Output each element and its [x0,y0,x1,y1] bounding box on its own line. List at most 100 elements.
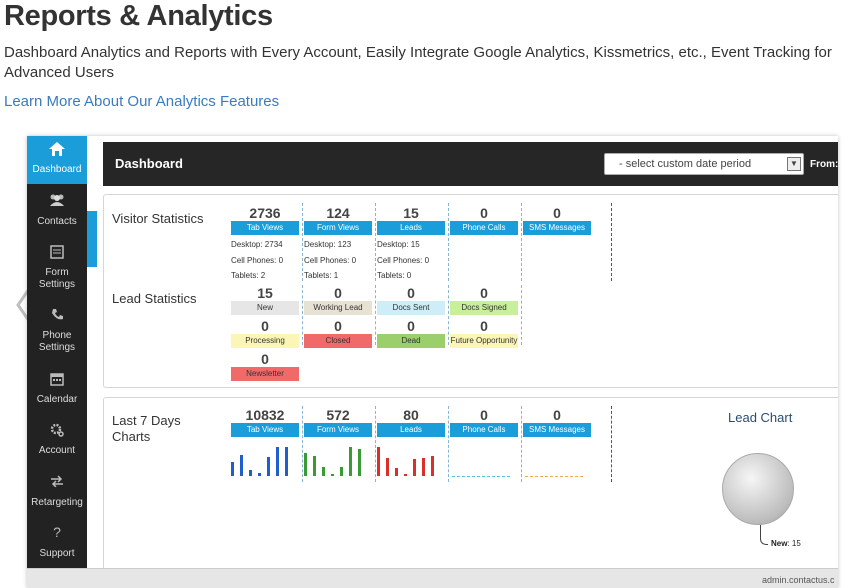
stat-label: Form Views [304,221,372,235]
sidebar-item-dashboard[interactable]: Dashboard [27,136,87,184]
page-description: Dashboard Analytics and Reports with Eve… [4,44,832,81]
sparkline-bar [395,468,398,476]
column-divider [302,203,303,281]
column-divider [611,203,612,281]
sidebar-item-label: Form Settings [38,267,76,290]
column-divider [521,285,522,345]
charts-panel: Last 7 Days Charts 10832 Tab Views 572 F… [103,397,838,588]
pie-slice-label: New: 15 [771,539,801,548]
lead-status-working: 0 Working Lead [304,285,372,315]
column-divider [375,203,376,281]
sparkline-bar [267,457,270,476]
tablet-count: Tablets: 1 [304,271,339,280]
lead-value: 0 [261,351,269,367]
browser-status-bar: admin.contactus.c [27,568,838,588]
sparkline-bar [322,467,325,476]
calendar-icon [27,372,87,390]
leads-sparkline [377,446,439,476]
pie-slice-name: New [771,539,788,548]
sparkline-bar [276,447,279,476]
sparkline-bar [313,456,316,476]
sparkline-bar [258,473,261,476]
sidebar-item-label: Contacts [37,216,77,227]
lead-pie-chart[interactable] [722,453,794,525]
lead-statistics-label: Lead Statistics [112,291,197,306]
lead-value: 0 [480,318,488,334]
sidebar-item-calendar[interactable]: Calendar [27,372,87,406]
sidebar-item-phone-settings[interactable]: Phone Settings [27,308,87,354]
date-period-select[interactable]: - select custom date period ▼ [604,153,804,175]
lead-status-newsletter: 0 Newsletter [231,351,299,381]
sparkline-bar [249,470,252,476]
retarget-icon [27,475,87,493]
cell-phone-count: Cell Phones: 0 [231,256,284,265]
gear-icon [27,423,87,441]
statistics-panel: Visitor Statistics 2736 Tab Views 124 Fo… [103,194,838,388]
lead-chart-title: Lead Chart [728,410,793,425]
desktop-count: Desktop: 15 [377,240,420,249]
question-icon: ? [53,524,61,540]
chart-total: 0 [480,407,488,423]
stat-value: 0 [480,205,488,221]
lead-label: Closed [304,334,372,348]
lead-status-new: 15 New [231,285,299,315]
chart-total: 10832 [245,407,285,423]
lead-value: 0 [480,285,488,301]
sidebar-item-contacts[interactable]: Contacts [27,194,87,228]
lead-status-closed: 0 Closed [304,318,372,348]
sidebar-item-account[interactable]: Account [27,423,87,457]
sidebar-item-support[interactable]: ? Support [27,524,87,560]
lead-value: 0 [407,318,415,334]
pie-leader-line [760,525,768,545]
status-url: admin.contactus.c [762,575,835,585]
dashboard-title: Dashboard [115,156,183,171]
stat-value: 0 [553,205,561,221]
sidebar-item-form-settings[interactable]: Form Settings [27,245,87,291]
sidebar-item-label: Retargeting [31,497,83,508]
sidebar-item-label: Account [38,445,76,456]
lead-label: Docs Signed [450,301,518,315]
stat-form-views: 124 Form Views [304,205,372,235]
lead-status-docs-signed: 0 Docs Signed [450,285,518,315]
dropdown-arrow-icon[interactable]: ▼ [787,157,801,171]
main-content: Dashboard - select custom date period ▼ … [87,136,838,588]
chart-total: 80 [403,407,419,423]
stat-label: Phone Calls [450,221,518,235]
chart-phone-calls: 0 Phone Calls [450,407,518,437]
sparkline-bar [340,467,343,476]
sparkline-bar [413,459,416,476]
desktop-count: Desktop: 2734 [231,240,283,249]
date-period-value: - select custom date period [619,158,752,170]
phone-icon [27,308,87,326]
lead-value: 0 [334,318,342,334]
page-title: Reports & Analytics [4,0,273,32]
column-divider [448,203,449,281]
sidebar-item-label: Support [39,548,75,559]
lead-label: New [231,301,299,315]
sparkline-bar [231,462,234,476]
lead-value: 15 [257,285,273,301]
learn-more-link[interactable]: Learn More About Our Analytics Features [4,93,279,110]
stat-label: Tab Views [231,221,299,235]
lead-label: Working Lead [304,301,372,315]
stat-value: 124 [326,205,350,221]
chart-label: SMS Messages [523,423,591,437]
stat-value: 15 [403,205,419,221]
visitor-statistics-label: Visitor Statistics [112,211,204,226]
sparkline-bar [422,458,425,476]
dashboard-screenshot: Dashboard Contacts Form Settings Phone S… [27,136,838,588]
lead-value: 0 [334,285,342,301]
column-divider [611,406,612,482]
sidebar-item-retargeting[interactable]: Retargeting [27,475,87,509]
from-label: From: [810,159,838,170]
panel-side-tab[interactable] [87,211,97,267]
column-divider [302,406,303,482]
stat-sms-messages: 0 SMS Messages [523,205,591,235]
column-divider [302,285,303,345]
sms-messages-flatline [525,476,583,477]
lead-status-future-opportunity: 0 Future Opportunity [450,318,518,348]
charts-label: Last 7 Days Charts [112,413,181,444]
column-divider [448,285,449,345]
sidebar: Dashboard Contacts Form Settings Phone S… [27,136,87,588]
sparkline-bar [377,447,380,476]
